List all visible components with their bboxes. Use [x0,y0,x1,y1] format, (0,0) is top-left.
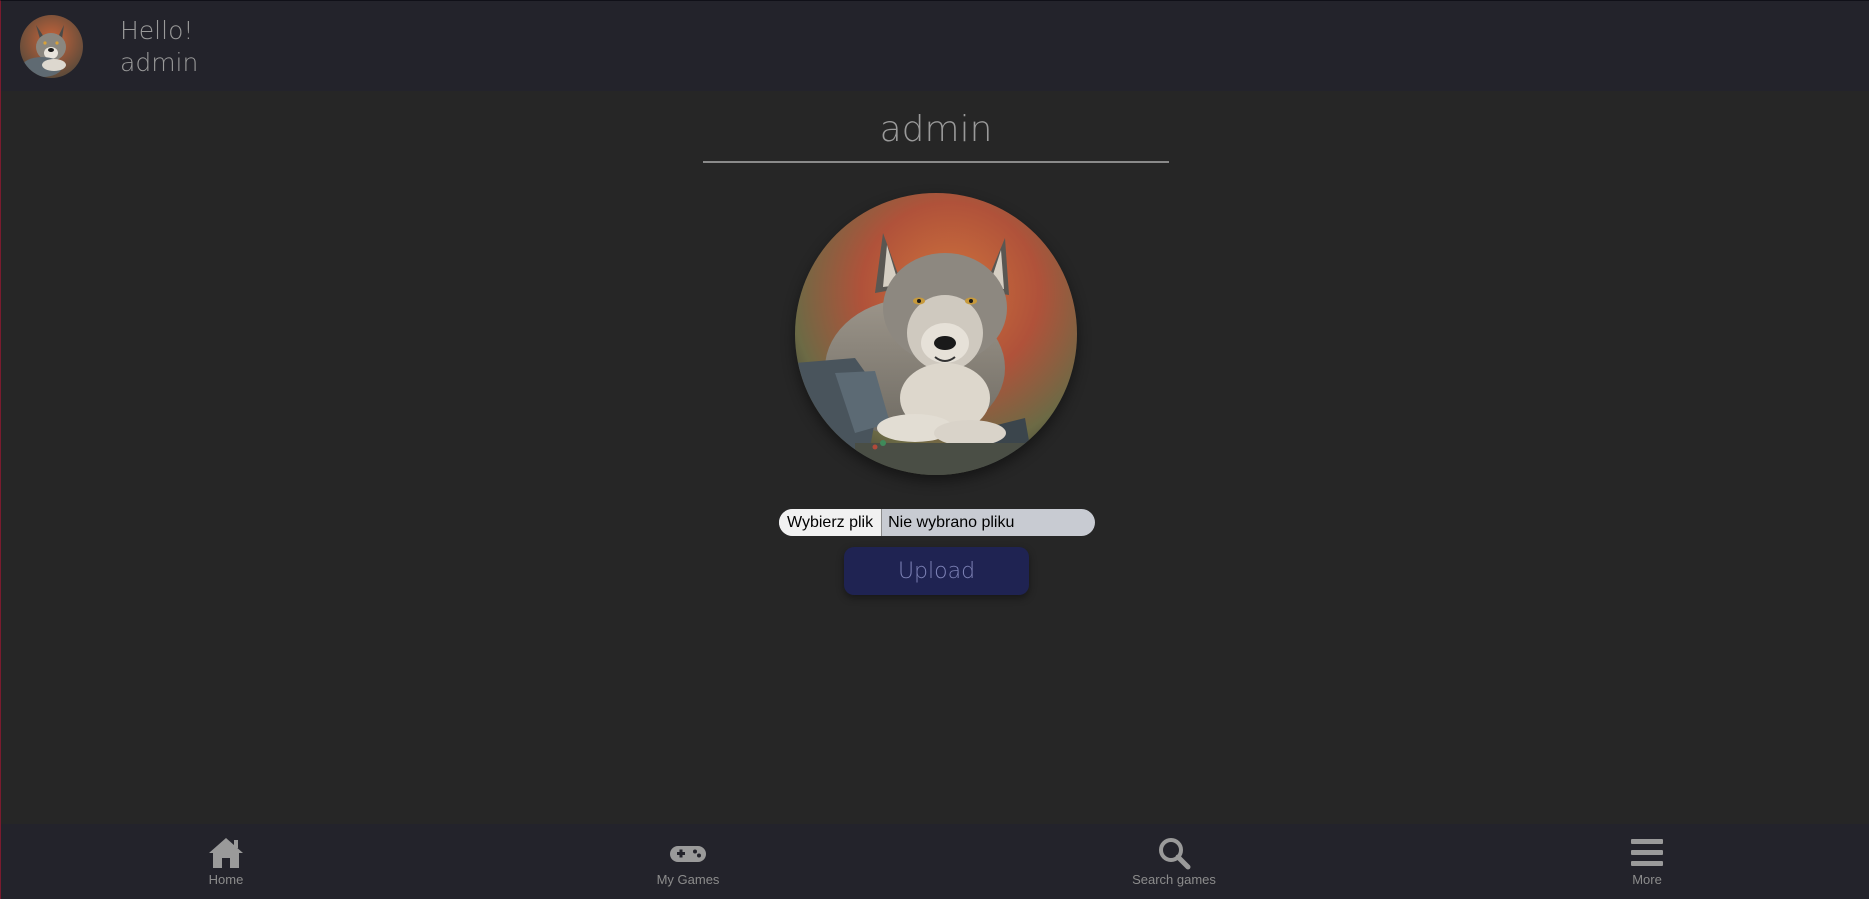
nav-item-my-games[interactable]: My Games [628,836,748,887]
upload-button[interactable]: Upload [844,547,1029,595]
nav-item-search-games[interactable]: Search games [1114,836,1234,887]
file-status-text: Nie wybrano pliku [888,513,1015,531]
top-header: Hello! admin [1,1,1869,91]
search-icon [1159,838,1191,870]
nav-label-more: More [1632,872,1662,887]
wolf-profile-image [795,193,1077,475]
gamepad-icon [670,846,706,862]
name-divider [703,161,1169,163]
greeting-text: Hello! [120,16,194,45]
nav-label-home: Home [208,872,244,887]
nav-item-home[interactable]: Home [166,836,286,887]
profile-name: admin [879,109,993,150]
nav-item-more[interactable]: More [1587,836,1707,887]
greeting-username: admin [120,48,199,77]
file-input[interactable]: Wybierz plik Nie wybrano pliku [779,509,1095,536]
bottom-nav: Home My Games Search games More [1,824,1869,899]
menu-icon [1631,839,1663,866]
home-icon [209,838,243,868]
nav-label-search-games: Search games [1132,872,1216,887]
header-avatar[interactable] [20,15,83,78]
choose-file-button[interactable]: Wybierz plik [779,509,883,536]
profile-avatar [795,193,1077,475]
nav-label-my-games: My Games [656,872,720,887]
greeting: Hello! admin [120,15,198,79]
wolf-avatar-image [20,15,83,78]
app-frame: Hello! admin admin Wybierz plik Nie wybr… [0,0,1869,899]
